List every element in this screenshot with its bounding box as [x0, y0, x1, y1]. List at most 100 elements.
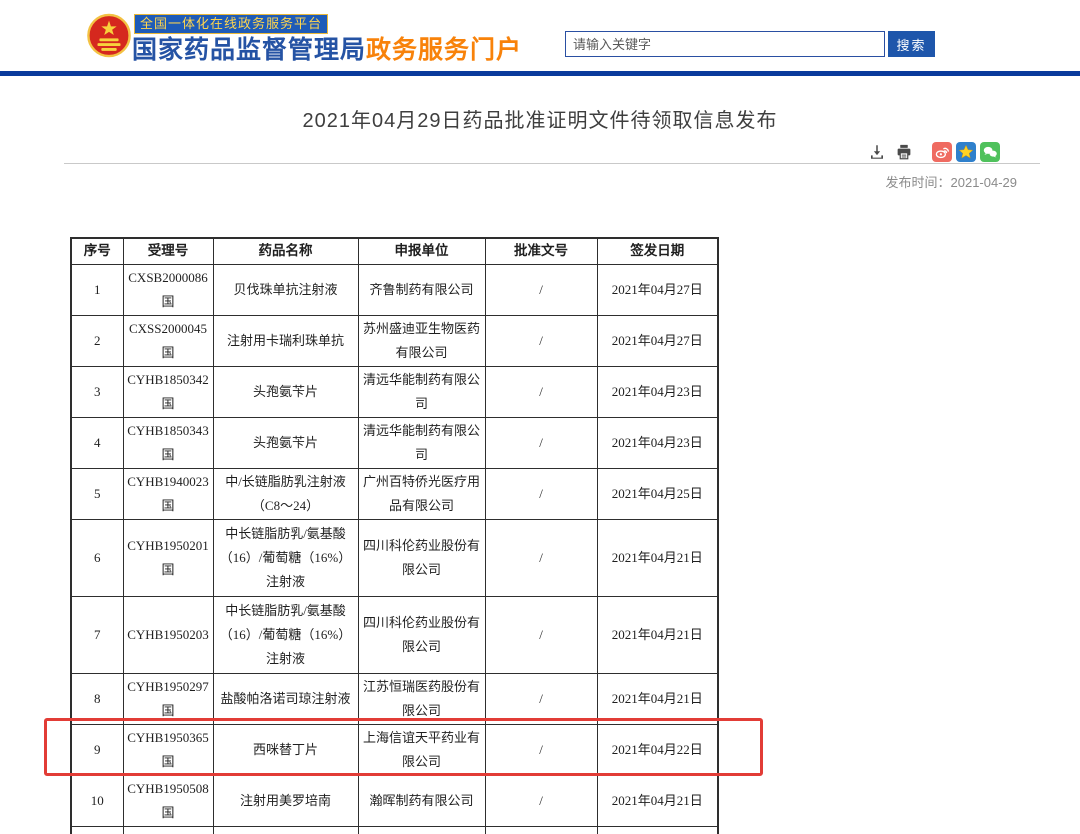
- cell-issue-date: 2021年04月21日: [597, 519, 718, 596]
- cell-acceptance-no: [123, 826, 213, 834]
- cell-seq: [71, 826, 123, 834]
- table-row: 7 CYHB1950203 中长链脂肪乳/氨基酸（16）/葡萄糖（16%）注射液…: [71, 596, 718, 673]
- page-title: 2021年04月29日药品批准证明文件待领取信息发布: [0, 104, 1080, 133]
- cell-issue-date: 2021年04月25日: [597, 468, 718, 519]
- cell-acceptance-no: CXSB2000086国: [123, 264, 213, 315]
- cell-approval-no: /: [485, 673, 597, 724]
- cell-approval-no: /: [485, 315, 597, 366]
- cell-applicant: 上海信谊天平药业有限公司: [358, 724, 485, 775]
- cell-issue-date: [597, 826, 718, 834]
- cell-drug-name: 中长链脂肪乳/氨基酸（16）/葡萄糖（16%）注射液: [213, 519, 358, 596]
- cell-acceptance-no: CXSS2000045国: [123, 315, 213, 366]
- search-input[interactable]: [565, 31, 885, 57]
- cell-approval-no: /: [485, 519, 597, 596]
- column-header-approval-no: 批准文号: [485, 238, 597, 264]
- cell-acceptance-no: CYHB1950297国: [123, 673, 213, 724]
- cell-acceptance-no: CYHB1850343国: [123, 417, 213, 468]
- cell-seq: 10: [71, 775, 123, 826]
- cell-acceptance-no: CYHB1950201国: [123, 519, 213, 596]
- cell-seq: 9: [71, 724, 123, 775]
- cell-acceptance-no: CYHB1950203: [123, 596, 213, 673]
- header-divider: [0, 71, 1080, 76]
- cell-drug-name: 西咪替丁片: [213, 724, 358, 775]
- search-button[interactable]: 搜索: [888, 31, 935, 57]
- cell-issue-date: 2021年04月23日: [597, 417, 718, 468]
- cell-applicant: 广州百特侨光医疗用品有限公司: [358, 468, 485, 519]
- cell-drug-name: 中长链脂肪乳/氨基酸（16）/葡萄糖（16%）注射液: [213, 596, 358, 673]
- cell-drug-name: 头孢氨苄片: [213, 417, 358, 468]
- table-row: 10 CYHB1950508国 注射用美罗培南 瀚晖制药有限公司 / 2021年…: [71, 775, 718, 826]
- cell-applicant: 清远华能制药有限公司: [358, 417, 485, 468]
- cell-drug-name: 中/长链脂肪乳注射液（C8～24）: [213, 468, 358, 519]
- search-bar: 搜索: [565, 31, 935, 57]
- brand-link[interactable]: 国家药品监督管理局政务服务门户: [132, 30, 522, 66]
- table-row-highlighted: 9 CYHB1950365国 西咪替丁片 上海信谊天平药业有限公司 / 2021…: [71, 724, 718, 775]
- print-icon[interactable]: [894, 142, 914, 162]
- cell-acceptance-no: CYHB1950365国: [123, 724, 213, 775]
- cell-seq: 1: [71, 264, 123, 315]
- table-row-partial: [71, 826, 718, 834]
- brand-title: 国家药品监督管理局: [132, 36, 366, 64]
- wechat-share-icon[interactable]: [980, 142, 1000, 162]
- publish-time: 发布时间：2021-04-29: [886, 172, 1018, 191]
- cell-drug-name: [213, 826, 358, 834]
- table-row: 1 CXSB2000086国 贝伐珠单抗注射液 齐鲁制药有限公司 / 2021年…: [71, 264, 718, 315]
- cell-seq: 4: [71, 417, 123, 468]
- cell-drug-name: 贝伐珠单抗注射液: [213, 264, 358, 315]
- cell-approval-no: /: [485, 468, 597, 519]
- cell-applicant: 四川科伦药业股份有限公司: [358, 596, 485, 673]
- cell-drug-name: 注射用美罗培南: [213, 775, 358, 826]
- cell-drug-name: 盐酸帕洛诺司琼注射液: [213, 673, 358, 724]
- national-emblem-logo: [86, 11, 132, 60]
- cell-seq: 8: [71, 673, 123, 724]
- cell-applicant: 江苏恒瑞医药股份有限公司: [358, 673, 485, 724]
- site-header: 全国一体化在线政务服务平台 国家药品监督管理局政务服务门户 搜索: [0, 0, 1080, 71]
- weibo-share-icon[interactable]: [932, 142, 952, 162]
- cell-drug-name: 头孢氨苄片: [213, 366, 358, 417]
- table-row: 5 CYHB1940023国 中/长链脂肪乳注射液（C8～24） 广州百特侨光医…: [71, 468, 718, 519]
- cell-seq: 5: [71, 468, 123, 519]
- cell-issue-date: 2021年04月21日: [597, 775, 718, 826]
- cell-applicant: 清远华能制药有限公司: [358, 366, 485, 417]
- cell-acceptance-no: CYHB1940023国: [123, 468, 213, 519]
- page: 全国一体化在线政务服务平台 国家药品监督管理局政务服务门户 搜索 2021年04…: [0, 0, 1080, 834]
- cell-seq: 2: [71, 315, 123, 366]
- cell-issue-date: 2021年04月21日: [597, 596, 718, 673]
- cell-approval-no: /: [485, 596, 597, 673]
- cell-approval-no: /: [485, 724, 597, 775]
- cell-acceptance-no: CYHB1850342国: [123, 366, 213, 417]
- table-header-row: 序号 受理号 药品名称 申报单位 批准文号 签发日期: [71, 238, 718, 264]
- share-toolbar: [860, 142, 1000, 162]
- cell-approval-no: [485, 826, 597, 834]
- cell-issue-date: 2021年04月27日: [597, 315, 718, 366]
- cell-issue-date: 2021年04月23日: [597, 366, 718, 417]
- cell-applicant: [358, 826, 485, 834]
- cell-acceptance-no: CYHB1950508国: [123, 775, 213, 826]
- table-row: 6 CYHB1950201国 中长链脂肪乳/氨基酸（16）/葡萄糖（16%）注射…: [71, 519, 718, 596]
- download-icon[interactable]: [867, 142, 887, 162]
- cell-approval-no: /: [485, 775, 597, 826]
- cell-approval-no: /: [485, 417, 597, 468]
- cell-applicant: 苏州盛迪亚生物医药有限公司: [358, 315, 485, 366]
- column-header-acceptance-no: 受理号: [123, 238, 213, 264]
- qzone-share-icon[interactable]: [956, 142, 976, 162]
- cell-drug-name: 注射用卡瑞利珠单抗: [213, 315, 358, 366]
- cell-applicant: 瀚晖制药有限公司: [358, 775, 485, 826]
- cell-seq: 7: [71, 596, 123, 673]
- cell-approval-no: /: [485, 264, 597, 315]
- cell-seq: 3: [71, 366, 123, 417]
- cell-issue-date: 2021年04月22日: [597, 724, 718, 775]
- cell-approval-no: /: [485, 366, 597, 417]
- column-header-drug-name: 药品名称: [213, 238, 358, 264]
- table-row: 3 CYHB1850342国 头孢氨苄片 清远华能制药有限公司 / 2021年0…: [71, 366, 718, 417]
- title-divider: [64, 163, 1040, 164]
- cell-issue-date: 2021年04月21日: [597, 673, 718, 724]
- cell-seq: 6: [71, 519, 123, 596]
- brand-portal-suffix: 政务服务门户: [366, 36, 522, 64]
- table-row: 8 CYHB1950297国 盐酸帕洛诺司琼注射液 江苏恒瑞医药股份有限公司 /…: [71, 673, 718, 724]
- cell-applicant: 齐鲁制药有限公司: [358, 264, 485, 315]
- approval-table: 序号 受理号 药品名称 申报单位 批准文号 签发日期 1 CXSB2000086…: [70, 237, 719, 834]
- column-header-seq: 序号: [71, 238, 123, 264]
- table-row: 2 CXSS2000045国 注射用卡瑞利珠单抗 苏州盛迪亚生物医药有限公司 /…: [71, 315, 718, 366]
- column-header-issue-date: 签发日期: [597, 238, 718, 264]
